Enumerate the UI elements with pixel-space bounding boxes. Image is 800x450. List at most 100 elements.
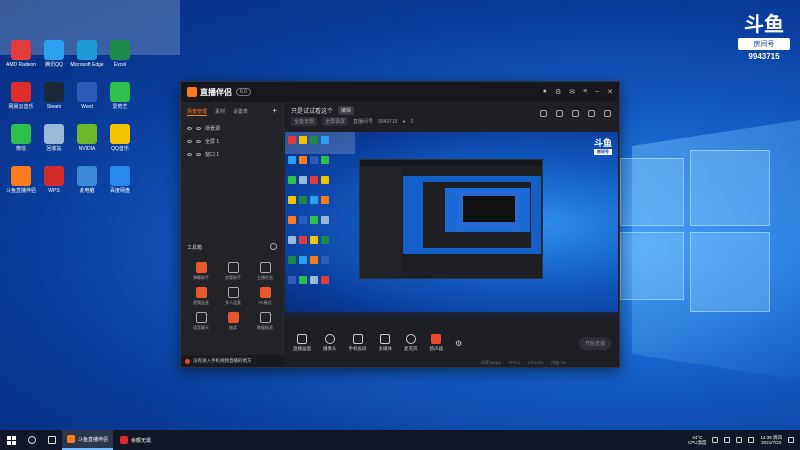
preview-mini-icon <box>310 156 318 164</box>
wallpaper-pane <box>620 232 684 300</box>
clock[interactable]: 14:39 周四 2021/7/22 <box>760 435 782 445</box>
tool-button[interactable]: 弹幕助手 <box>185 262 217 281</box>
task-view-button[interactable] <box>42 436 62 444</box>
eye-icon[interactable] <box>187 153 192 156</box>
category-chip[interactable]: 全能无限 <box>291 117 318 126</box>
preview-mini-icon <box>288 276 296 284</box>
lock-icon[interactable] <box>196 127 201 130</box>
preview-mini-icon <box>288 136 296 144</box>
more-icon[interactable] <box>604 110 611 117</box>
cpu-temp-label: CPU温度 <box>687 440 707 445</box>
tray-chevron-icon[interactable] <box>712 437 719 443</box>
version-badge: 6.0 <box>236 88 251 96</box>
volume-icon[interactable] <box>736 437 743 443</box>
ime-icon[interactable] <box>748 437 755 443</box>
tool-button[interactable]: 语音聊天 <box>185 312 217 331</box>
taskbar-app-icon <box>67 435 75 443</box>
cpu-temp-widget[interactable]: 44°C CPU温度 <box>688 435 707 445</box>
edit-button[interactable]: 编辑 <box>338 106 355 115</box>
avatar-icon[interactable]: ● <box>543 88 547 96</box>
message-icon[interactable]: ✉ <box>569 88 575 96</box>
tab-scenes[interactable]: 场景管理 <box>187 108 208 116</box>
close-icon[interactable]: ✕ <box>607 88 613 96</box>
control-button[interactable]: 手机投屏 <box>349 334 367 352</box>
control-button[interactable]: 麦克风 <box>404 334 418 352</box>
tool-button[interactable]: 主播任务 <box>249 262 281 281</box>
eye-icon[interactable] <box>187 127 192 130</box>
app-icon <box>11 166 31 186</box>
desktop-icon[interactable]: Excel <box>101 40 139 68</box>
stream-title: 只是试试看这个 <box>291 109 334 115</box>
search-button[interactable] <box>22 436 42 444</box>
tool-button[interactable]: 多人连麦 <box>217 287 249 306</box>
scene-item[interactable]: 全屏 1 <box>181 135 283 148</box>
tool-button[interactable]: 房管助手 <box>217 262 249 281</box>
tool-icon <box>259 262 271 273</box>
start-stream-button[interactable]: 开始直播 <box>578 336 611 350</box>
mode-chip[interactable]: 全屏录屏 <box>322 117 349 126</box>
add-scene-icon[interactable]: + <box>272 107 277 116</box>
tip-bar[interactable]: 没有进入手机视频直播的地方 <box>181 355 284 367</box>
recursive-preview <box>359 159 543 279</box>
preview-logo-mark: 斗鱼 <box>593 138 612 148</box>
chat-icon[interactable] <box>572 110 579 117</box>
tool-button[interactable]: 数据报表 <box>249 312 281 331</box>
control-icon <box>380 334 391 344</box>
tool-icon <box>195 287 207 298</box>
preview-mini-icon <box>299 276 307 284</box>
share-icon[interactable] <box>556 110 563 117</box>
tool-icon <box>195 312 207 323</box>
toolbox-label: 工具箱 <box>187 245 203 251</box>
taskbar-app[interactable]: 斗鱼直播伴侣 <box>62 430 114 450</box>
desktop-icon[interactable]: QQ音乐 <box>101 124 139 152</box>
camera-settings-icon[interactable]: ⚙ <box>455 339 462 348</box>
lock-icon[interactable] <box>196 140 201 143</box>
taskbar-app-icon <box>120 436 129 444</box>
stream-preview[interactable]: 斗鱼 房间号 <box>285 132 618 318</box>
minimize-icon[interactable]: – <box>595 88 599 96</box>
control-button[interactable]: 直播画面 <box>293 334 311 352</box>
preview-mini-icon <box>299 256 307 264</box>
control-button[interactable]: 多媒体 <box>379 334 392 352</box>
control-button[interactable]: 摄像头 <box>323 334 337 352</box>
toolbox-toggle-icon[interactable] <box>270 243 277 250</box>
taskbar-apps: 斗鱼直播伴侣 余额无需 <box>62 430 158 450</box>
status-item: CPU:6% <box>527 360 544 365</box>
menu-icon[interactable]: ≡ <box>583 88 587 96</box>
taskbar-app[interactable]: 余额无需 <box>115 430 156 450</box>
app-logo: 直播伴侣 <box>187 87 232 98</box>
scene-item[interactable]: 场景源 <box>181 122 283 135</box>
tool-button[interactable]: 视频连麦 <box>185 287 217 306</box>
app-icon <box>11 124 31 144</box>
status-row: 码率:0kbps FPS:0 CPU:6% 内存:7% <box>481 360 566 366</box>
bell-icon[interactable] <box>588 110 595 117</box>
notification-icon[interactable] <box>788 437 794 443</box>
scene-item[interactable]: 窗口 1 <box>181 148 283 161</box>
gift-icon[interactable] <box>540 110 547 117</box>
eye-icon[interactable] <box>187 140 192 143</box>
preview-mini-icon <box>321 256 329 264</box>
tab-settings[interactable]: 设置表 <box>233 108 248 116</box>
top-right-tools <box>540 110 611 117</box>
desktop-icon[interactable]: 百度网盘 <box>101 166 139 194</box>
taskbar-app-label: 斗鱼直播伴侣 <box>78 436 109 443</box>
desktop-icon-label: 百度网盘 <box>109 188 130 194</box>
preview-mini-icon <box>299 136 307 144</box>
desktop-icon[interactable]: 爱奇艺 <box>101 82 139 110</box>
control-icon <box>297 334 307 344</box>
preview-mini-icon <box>321 236 329 244</box>
lock-icon[interactable] <box>196 153 201 156</box>
preview-mini-icon <box>310 176 318 184</box>
preview-mini-icon <box>288 196 296 204</box>
tool-icon <box>227 312 239 323</box>
tool-button[interactable]: PK模式 <box>249 287 281 306</box>
scene-label: 场景源 <box>205 126 221 132</box>
network-icon[interactable] <box>724 437 731 443</box>
tab-assets[interactable]: 素材 <box>215 108 225 116</box>
start-button[interactable] <box>0 435 22 445</box>
tool-button[interactable]: 抽奖 <box>217 312 249 331</box>
status-item: FPS:0 <box>508 360 520 365</box>
app-titlebar: 直播伴侣 6.0 ● ⚙ ✉ ≡ – ✕ <box>181 82 619 102</box>
control-button[interactable]: 扬声器 <box>430 334 443 352</box>
settings-icon[interactable]: ⚙ <box>555 88 561 96</box>
